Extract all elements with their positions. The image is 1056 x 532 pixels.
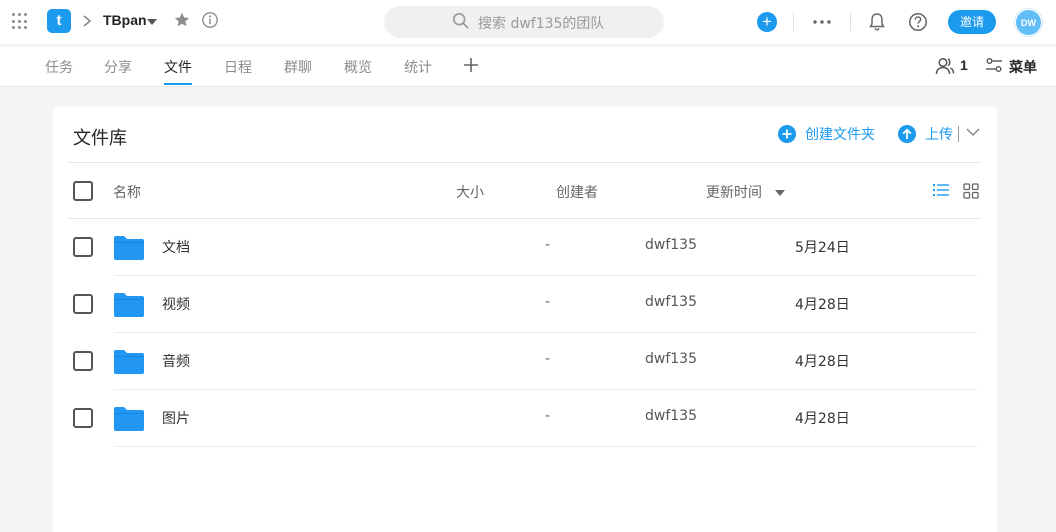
file-updated: 5月24日	[795, 240, 850, 256]
top-bar: t TBpan 搜索 dwf135的团队 + 邀请 DW	[0, 0, 1056, 44]
file-updated: 4月28日	[795, 411, 850, 427]
divider	[850, 13, 851, 31]
row-divider	[114, 446, 977, 447]
sort-desc-icon[interactable]	[775, 190, 785, 196]
members-icon[interactable]	[935, 56, 955, 76]
table-header: 名称 大小 创建者 更新时间	[68, 162, 982, 219]
folder-icon	[114, 293, 144, 317]
table-row[interactable]: 音频 - dwf135 4月28日	[68, 333, 982, 390]
plus-circle-icon	[778, 125, 796, 143]
chevron-right-icon	[83, 15, 92, 27]
column-header-creator[interactable]: 创建者	[556, 182, 598, 202]
app-grid-icon[interactable]	[12, 13, 30, 31]
file-creator: dwf135	[645, 408, 697, 424]
more-icon[interactable]	[813, 20, 831, 24]
file-library-panel: 文件库 创建文件夹 上传 名称 大小 创建者 更新时间 文档 - dwf135 …	[53, 107, 997, 532]
tab-calendar[interactable]: 日程	[224, 57, 252, 77]
help-icon[interactable]	[908, 12, 928, 32]
create-folder-button[interactable]: 创建文件夹	[778, 124, 875, 144]
row-checkbox[interactable]	[73, 237, 93, 257]
project-name[interactable]: TBpan	[103, 12, 147, 28]
table-row[interactable]: 视频 - dwf135 4月28日	[68, 276, 982, 333]
divider	[793, 13, 794, 31]
tab-bar: 任务 分享 文件 日程 群聊 概览 统计 1 菜单	[0, 47, 1056, 87]
star-icon[interactable]	[173, 11, 191, 29]
table-row[interactable]: 文档 - dwf135 5月24日	[68, 219, 982, 276]
folder-icon	[114, 407, 144, 431]
folder-icon	[114, 350, 144, 374]
file-creator: dwf135	[645, 351, 697, 367]
column-header-updated[interactable]: 更新时间	[706, 182, 762, 202]
grid-view-icon[interactable]	[963, 183, 979, 199]
tab-overview[interactable]: 概览	[344, 57, 372, 77]
row-checkbox[interactable]	[73, 408, 93, 428]
page-title: 文件库	[73, 128, 127, 149]
select-all-checkbox[interactable]	[73, 181, 93, 201]
column-header-size[interactable]: 大小	[456, 182, 484, 202]
search-icon	[452, 12, 469, 29]
divider	[958, 126, 959, 142]
tab-group-chat[interactable]: 群聊	[284, 57, 312, 77]
upload-label: 上传	[925, 127, 953, 143]
file-size: -	[545, 294, 551, 310]
active-tab-indicator	[164, 83, 192, 85]
row-checkbox[interactable]	[73, 351, 93, 371]
bell-icon[interactable]	[868, 12, 886, 32]
row-checkbox[interactable]	[73, 294, 93, 314]
file-size: -	[545, 237, 551, 253]
tab-files[interactable]: 文件	[164, 57, 192, 77]
upload-button[interactable]: 上传	[898, 124, 953, 144]
file-size: -	[545, 351, 551, 367]
file-size: -	[545, 408, 551, 424]
add-tab-plus-icon[interactable]	[463, 57, 479, 73]
tab-share[interactable]: 分享	[104, 57, 132, 77]
folder-icon	[114, 236, 144, 260]
file-updated: 4月28日	[795, 297, 850, 313]
caret-down-icon[interactable]	[147, 19, 157, 25]
members-count[interactable]: 1	[960, 57, 968, 73]
chevron-down-icon[interactable]	[966, 127, 980, 137]
file-name[interactable]: 文档	[162, 237, 190, 257]
menu-button[interactable]: 菜单	[1009, 57, 1037, 77]
upload-arrow-icon	[898, 125, 916, 143]
file-name[interactable]: 图片	[162, 408, 190, 428]
file-name[interactable]: 音频	[162, 351, 190, 371]
list-view-icon[interactable]	[933, 183, 949, 197]
file-creator: dwf135	[645, 237, 697, 253]
invite-button[interactable]: 邀请	[948, 10, 996, 34]
app-logo[interactable]: t	[47, 9, 71, 33]
menu-settings-icon[interactable]	[985, 56, 1003, 74]
avatar[interactable]: DW	[1015, 9, 1042, 36]
tab-tasks[interactable]: 任务	[45, 57, 73, 77]
file-creator: dwf135	[645, 294, 697, 310]
file-name[interactable]: 视频	[162, 294, 190, 314]
tab-stats[interactable]: 统计	[404, 57, 432, 77]
search-placeholder: 搜索 dwf135的团队	[478, 16, 605, 32]
create-folder-label: 创建文件夹	[805, 127, 875, 143]
file-updated: 4月28日	[795, 354, 850, 370]
table-row[interactable]: 图片 - dwf135 4月28日	[68, 390, 982, 447]
info-icon[interactable]	[201, 11, 219, 29]
search-box[interactable]: 搜索 dwf135的团队	[384, 6, 664, 38]
add-button[interactable]: +	[757, 12, 777, 32]
column-header-name[interactable]: 名称	[113, 182, 141, 202]
